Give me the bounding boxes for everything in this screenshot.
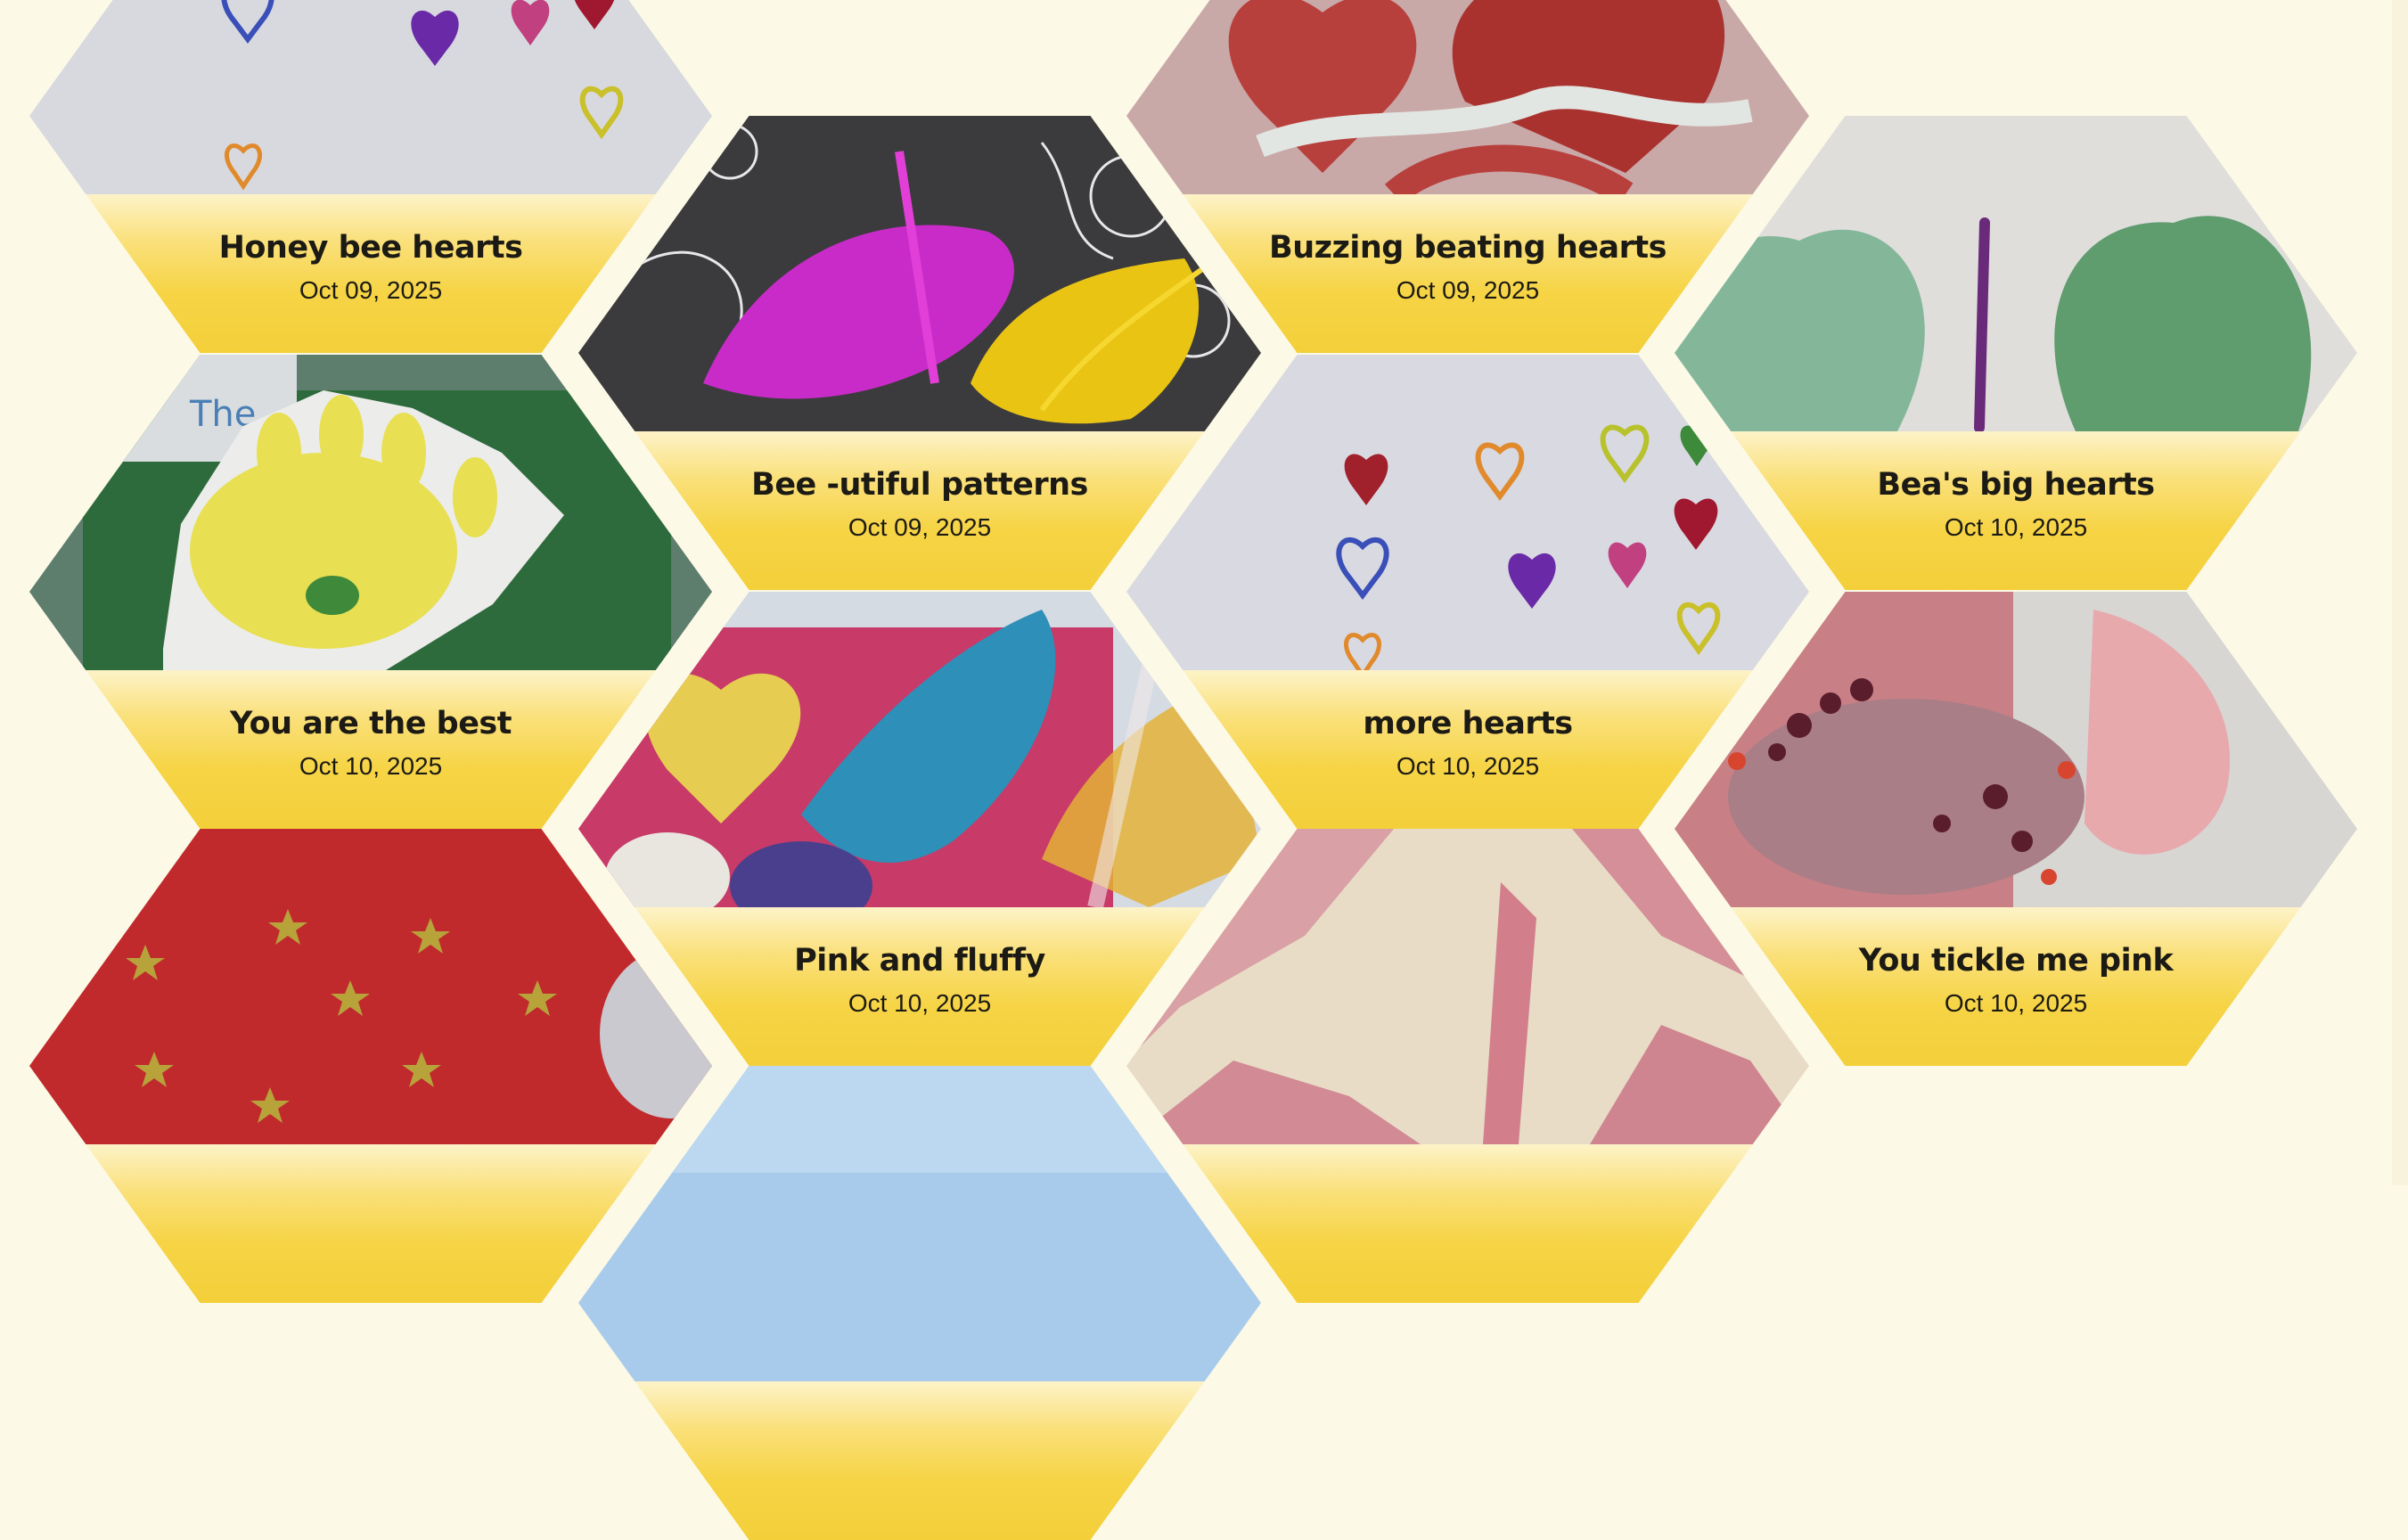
drawn-hearts-image <box>1126 355 1809 670</box>
pink-paint-image <box>1126 829 1809 1144</box>
gallery-tile[interactable]: Honey bee hearts Oct 09, 2025 <box>29 0 712 353</box>
red-paint-hearts-image <box>1126 0 1809 194</box>
feathers-image <box>578 116 1261 431</box>
tile-photo <box>29 0 712 194</box>
feather-collage-image <box>578 592 1261 907</box>
tile-photo <box>1126 0 1809 194</box>
tile-date: Oct 10, 2025 <box>848 989 992 1017</box>
tile-title: You tickle me pink <box>1858 943 2174 979</box>
drawn-hearts-image <box>29 0 712 194</box>
gallery-tile[interactable]: more hearts Oct 10, 2025 <box>1126 355 1809 829</box>
tile-date: Oct 10, 2025 <box>1944 989 2088 1017</box>
tile-title: more hearts <box>1363 706 1573 741</box>
tile-photo <box>29 829 712 1144</box>
tile-title: Bee -utiful patterns <box>751 467 1088 503</box>
pink-glitter-image <box>1675 592 2357 907</box>
tile-title: Buzzing beating hearts <box>1269 230 1667 266</box>
tile-date: Oct 10, 2025 <box>299 752 443 780</box>
page-scrollbar[interactable] <box>2392 0 2408 1185</box>
gallery-tile[interactable] <box>578 1066 1261 1540</box>
tile-date: Oct 10, 2025 <box>1944 513 2088 541</box>
gallery-tile[interactable]: Buzzing beating hearts Oct 09, 2025 <box>1126 0 1809 353</box>
tile-date: Oct 09, 2025 <box>1396 276 1540 304</box>
tile-photo <box>1675 592 2357 907</box>
tile-photo <box>578 592 1261 907</box>
tile-photo <box>1126 355 1809 670</box>
gallery-tile[interactable] <box>29 829 712 1303</box>
tile-title: Honey bee hearts <box>218 230 523 266</box>
felt-hearts-image <box>1675 116 2357 431</box>
blue-sky-image <box>578 1066 1261 1381</box>
tile-photo <box>1126 829 1809 1144</box>
gallery-tile[interactable]: Bea's big hearts Oct 10, 2025 <box>1675 116 2357 590</box>
tile-caption <box>578 1381 1261 1540</box>
gallery-tile[interactable] <box>1126 829 1809 1303</box>
tile-photo: The <box>29 355 712 670</box>
handprint-image: The <box>29 355 712 670</box>
gallery-tile[interactable]: Bee -utiful patterns Oct 09, 2025 <box>578 116 1261 590</box>
red-star-card-image <box>29 829 712 1144</box>
tile-date: Oct 09, 2025 <box>299 276 443 304</box>
honeycomb-gallery: Honey bee hearts Oct 09, 2025 The You ar… <box>0 0 2408 1540</box>
gallery-tile[interactable]: Pink and fluffy Oct 10, 2025 <box>578 592 1261 1066</box>
tile-photo <box>1675 116 2357 431</box>
tile-photo <box>578 1066 1261 1381</box>
tile-title: Bea's big hearts <box>1877 467 2155 503</box>
tile-date: Oct 10, 2025 <box>1396 752 1540 780</box>
gallery-tile[interactable]: The You are the best Oct 10, 2025 <box>29 355 712 829</box>
tile-title: Pink and fluffy <box>794 943 1045 979</box>
tile-date: Oct 09, 2025 <box>848 513 992 541</box>
tile-title: You are the best <box>229 706 512 741</box>
tile-photo <box>578 116 1261 431</box>
gallery-tile[interactable]: You tickle me pink Oct 10, 2025 <box>1675 592 2357 1066</box>
